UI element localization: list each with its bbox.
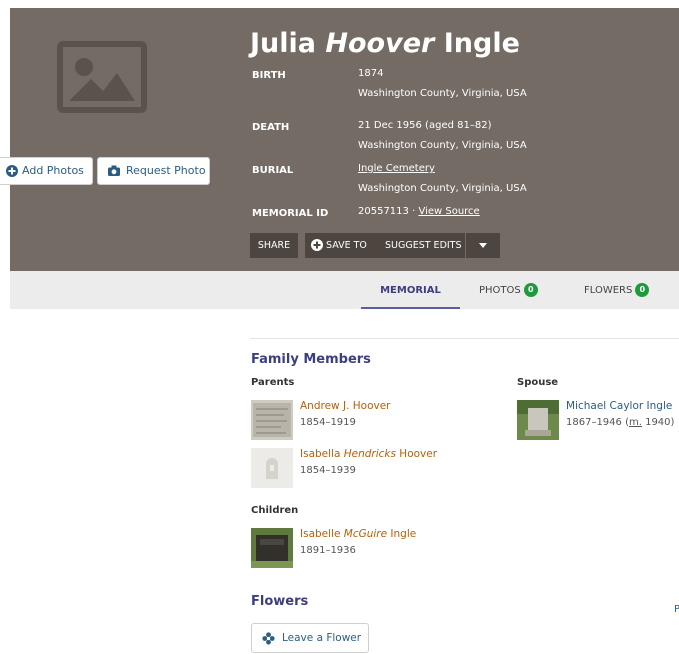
request-photo-label: Request Photo (126, 164, 206, 177)
birth-value: 1874 Washington County, Virginia, USA (358, 64, 527, 104)
member-dates: 1867–1946 (m. 1940) (566, 417, 674, 428)
member-name[interactable]: Andrew J. Hoover (300, 400, 390, 412)
member-last-name: Ingle (387, 528, 417, 540)
family-members-heading: Family Members (251, 352, 371, 367)
member-first-name: Isabella (300, 448, 344, 460)
maiden-name: Hoover (325, 28, 435, 59)
headstone-photo (517, 400, 559, 440)
member-first-name: Isabelle (300, 528, 344, 540)
spouse-label: Spouse (517, 377, 559, 388)
share-button[interactable]: SHARE (250, 233, 298, 258)
tab-memorial-label: MEMORIAL (380, 285, 441, 296)
spouse-dates: 1867–1946 ( (566, 417, 629, 428)
view-source-link[interactable]: View Source (418, 206, 479, 217)
birth-date: 1874 (358, 68, 384, 79)
married-abbr: m. (628, 417, 642, 428)
member-name[interactable]: Isabelle McGuire Ingle (300, 528, 416, 540)
member-maiden-name: McGuire (343, 528, 388, 540)
member-dates: 1854–1939 (300, 465, 356, 476)
birth-place: Washington County, Virginia, USA (358, 88, 527, 99)
photos-count-badge: 0 (523, 283, 538, 297)
burial-value: Ingle Cemetery Washington County, Virgin… (358, 159, 527, 199)
leave-flower-label: Leave a Flower (282, 632, 362, 644)
memorial-id-label: MEMORIAL ID (252, 208, 329, 219)
parents-label: Parents (251, 377, 295, 388)
memorial-id: 20557113 (358, 206, 409, 217)
image-placeholder-icon (57, 41, 147, 113)
cut-off-link[interactable]: P (674, 604, 679, 615)
death-label: DEATH (252, 122, 290, 133)
plus-circle-icon (311, 239, 323, 251)
memorial-id-value: 20557113 · View Source (358, 202, 480, 222)
section-divider (250, 338, 679, 339)
suggest-edits-label: SUGGEST EDITS (385, 240, 462, 251)
children-label: Children (251, 505, 299, 516)
member-dates: 1891–1936 (300, 545, 356, 556)
tab-flowers[interactable]: FLOWERS 0 (584, 271, 650, 309)
cemetery-link[interactable]: Ingle Cemetery (358, 163, 435, 174)
member-maiden-name: Hendricks (343, 448, 396, 460)
member-dates: 1854–1919 (300, 417, 356, 428)
birth-label: BIRTH (252, 70, 286, 81)
first-name: Julia (250, 28, 316, 59)
death-place: Washington County, Virginia, USA (358, 140, 527, 151)
headstone-photo (251, 400, 293, 440)
save-to-button[interactable]: SAVE TO (305, 233, 379, 258)
death-date: 21 Dec 1956 (aged 81–82) (358, 120, 492, 131)
share-label: SHARE (257, 240, 291, 251)
flowers-count-badge: 0 (635, 283, 650, 297)
death-value: 21 Dec 1956 (aged 81–82) Washington Coun… (358, 116, 527, 156)
memorial-header: Julia Hoover Ingle BIRTH 1874 Washington… (10, 8, 679, 271)
tab-flowers-label: FLOWERS (584, 285, 633, 296)
memorial-name: Julia Hoover Ingle (250, 28, 520, 59)
marriage-year: 1940) (641, 417, 675, 428)
camera-icon (108, 165, 120, 176)
burial-label: BURIAL (252, 165, 294, 176)
actions-dropdown-button[interactable] (465, 233, 500, 258)
flowers-heading: Flowers (251, 594, 309, 609)
leave-flower-button[interactable]: Leave a Flower (251, 623, 369, 653)
member-last-name: Hoover (395, 448, 438, 460)
member-name[interactable]: Michael Caylor Ingle (566, 400, 672, 412)
headstone-photo (251, 528, 293, 568)
add-photos-button[interactable]: Add Photos (0, 157, 93, 185)
request-photo-button[interactable]: Request Photo (97, 157, 210, 185)
caret-down-icon (479, 243, 487, 248)
headstone-placeholder-icon (251, 448, 293, 488)
save-to-label: SAVE TO (326, 240, 367, 251)
tab-memorial[interactable]: MEMORIAL (361, 271, 460, 309)
plus-circle-icon (6, 165, 18, 177)
member-name[interactable]: Isabella Hendricks Hoover (300, 448, 437, 460)
burial-place: Washington County, Virginia, USA (358, 183, 527, 194)
suggest-edits-button[interactable]: SUGGEST EDITS (379, 233, 465, 258)
add-photos-label: Add Photos (22, 164, 84, 177)
memorial-tabs: MEMORIAL PHOTOS 0 FLOWERS 0 (10, 271, 679, 309)
tab-photos[interactable]: PHOTOS 0 (479, 271, 538, 309)
last-name: Ingle (443, 28, 520, 59)
flower-icon (262, 632, 275, 645)
tab-photos-label: PHOTOS (479, 285, 521, 296)
